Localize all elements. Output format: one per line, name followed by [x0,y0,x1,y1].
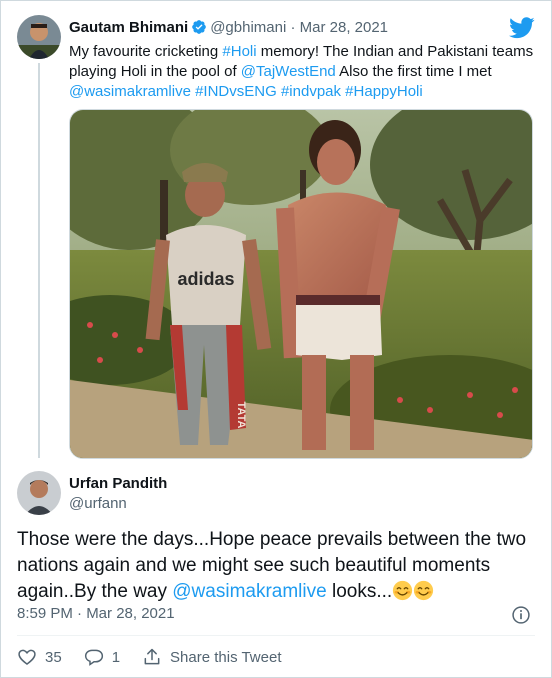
quoted-link[interactable]: @TajWestEnd [241,63,336,80]
action-bar: 35 1 Share this Tweet [17,646,303,668]
quoted-tweet-header: Gautam Bhimani @gbhimani · Mar 28, 2021 [69,19,388,36]
emoji-list [392,580,434,602]
tweet-photo[interactable]: adidas TATA [69,109,533,459]
reply-bubble-icon [84,649,103,666]
quoted-link[interactable]: @wasimakramlive [69,83,191,100]
quoted-author-name[interactable]: Gautam Bhimani [69,19,188,36]
like-button[interactable]: 35 [17,647,62,667]
tweet-timestamp[interactable]: 8:59 PM · Mar 28, 2021 [17,605,175,622]
reply-author-name[interactable]: Urfan Pandith [69,475,167,492]
quoted-link[interactable]: #indvpak [281,83,341,100]
tweet-text-segment: looks... [326,581,393,602]
photo-image: adidas TATA [70,110,532,458]
share-label: Share this Tweet [170,648,282,666]
smiling-face-with-smiling-eyes-icon [393,580,413,601]
heart-icon [18,649,36,666]
smiling-face-with-smiling-eyes-icon [414,580,434,601]
reply-button[interactable]: 1 [84,647,120,667]
shirt-text: adidas [177,269,234,289]
quoted-tweet-text: My favourite cricketing #Holi memory! Th… [69,42,539,102]
tweet-link[interactable]: @wasimakramlive [172,581,326,602]
pants-text: TATA [235,402,247,429]
quoted-link[interactable]: #Holi [222,43,256,60]
quoted-link[interactable]: #HappyHoli [345,83,423,100]
reply-author-avatar[interactable] [17,471,61,515]
info-icon[interactable] [511,605,531,625]
share-icon [144,648,160,665]
quoted-link[interactable]: #INDvsENG [195,83,277,100]
quoted-text-segment: My favourite cricketing [69,43,223,60]
share-button[interactable]: Share this Tweet [142,647,281,667]
like-count: 35 [45,648,62,666]
verified-badge-icon [192,20,207,34]
reply-count: 1 [111,648,121,666]
thread-connector-line [38,63,40,458]
quoted-text-segment: Also the first time I met [335,63,492,80]
twitter-bird-icon[interactable] [509,17,535,39]
quoted-author-handle[interactable]: @gbhimani [210,19,286,36]
action-divider [17,635,535,636]
quoted-author-avatar[interactable] [17,15,61,59]
tweet-embed-card: Gautam Bhimani @gbhimani · Mar 28, 2021 M… [0,0,552,678]
header-separator: · [290,19,296,36]
tweet-text: Those were the days...Hope peace prevail… [17,527,541,605]
quoted-tweet-date[interactable]: Mar 28, 2021 [300,19,388,36]
reply-author-handle[interactable]: @urfann [69,495,127,512]
